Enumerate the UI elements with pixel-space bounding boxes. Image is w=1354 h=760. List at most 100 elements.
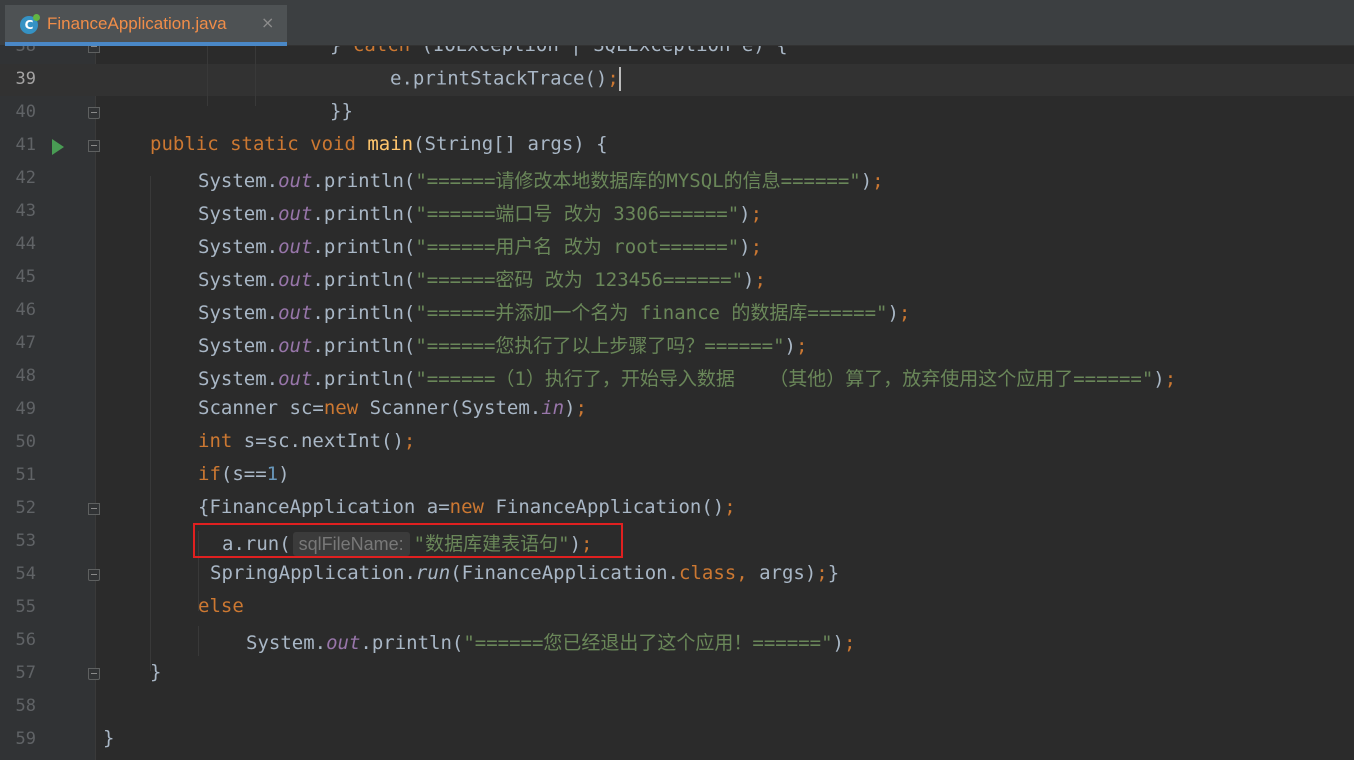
code-line[interactable]: 48 System.out.println("======（1）执行了，开始导入数… [0, 361, 1354, 394]
code-text[interactable]: } [103, 727, 114, 749]
line-number[interactable]: 41 [6, 135, 36, 155]
line-number[interactable]: 59 [6, 729, 36, 749]
code-line[interactable]: 44 System.out.println("======用户名 改为 root=… [0, 229, 1354, 262]
line-number[interactable]: 50 [6, 432, 36, 452]
code-token: System. [198, 170, 279, 192]
code-text[interactable]: } catch (IOException | SQLException e) { [330, 46, 788, 56]
code-line[interactable]: 43 System.out.println("======端口号 改为 3306=… [0, 196, 1354, 229]
code-token: 1 [266, 463, 279, 485]
code-text[interactable]: System.out.println("======并添加一个名为 financ… [198, 298, 910, 325]
code-line[interactable]: 39 e.printStackTrace(); [0, 64, 1354, 97]
line-number[interactable]: 48 [6, 366, 36, 386]
code-line[interactable]: 57} [0, 658, 1354, 691]
line-number[interactable]: 58 [6, 696, 36, 716]
code-token: System. [246, 632, 327, 654]
line-number[interactable]: 56 [6, 630, 36, 650]
fold-icon[interactable] [88, 569, 100, 581]
fold-icon[interactable] [88, 668, 100, 680]
code-token: .println( [312, 368, 416, 390]
code-text[interactable]: if(s==1) [198, 463, 290, 485]
code-token: }} [330, 100, 353, 122]
code-line[interactable]: 41 public static void main(String[] args)… [0, 130, 1354, 163]
tab-finance-application[interactable]: C FinanceApplication.java × [5, 5, 287, 46]
code-token: ) [739, 236, 751, 258]
code-editor[interactable]: 38 } catch (IOException | SQLException e)… [0, 46, 1354, 760]
code-token: .println( [312, 170, 416, 192]
code-line[interactable]: 42 System.out.println("======请修改本地数据库的MYS… [0, 163, 1354, 196]
code-line[interactable]: 49 Scanner sc=new Scanner(System.in); [0, 394, 1354, 427]
code-text[interactable]: System.out.println("======您已经退出了这个应用！===… [246, 628, 855, 655]
line-number[interactable]: 39 [6, 69, 36, 89]
code-line[interactable]: 56 System.out.println("======您已经退出了这个应用！=… [0, 625, 1354, 658]
line-number[interactable]: 42 [6, 168, 36, 188]
line-number[interactable]: 40 [6, 102, 36, 122]
line-number[interactable]: 47 [6, 333, 36, 353]
code-token: new [449, 496, 496, 518]
code-token: "======（1）执行了，开始导入数据 （其他）算了，放弃使用这个应用了===… [415, 368, 1154, 390]
code-token: in [541, 397, 565, 419]
code-token: ; [750, 236, 763, 258]
code-token: Scanner(System. [369, 397, 542, 419]
code-token: (FinanceApplication. [450, 562, 680, 584]
code-text[interactable]: } [150, 661, 161, 683]
code-token: System. [198, 203, 279, 225]
code-token: ; [724, 496, 736, 518]
code-line[interactable]: 50 int s=sc.nextInt(); [0, 427, 1354, 460]
code-line[interactable]: 47 System.out.println("======您执行了以上步骤了吗？=… [0, 328, 1354, 361]
fold-icon[interactable] [88, 503, 100, 515]
code-text[interactable]: System.out.println("======您执行了以上步骤了吗？===… [198, 331, 807, 358]
code-line[interactable]: 46 System.out.println("======并添加一个名为 fina… [0, 295, 1354, 328]
code-token: (String[] args) { [413, 133, 608, 155]
code-text[interactable]: System.out.println("======请修改本地数据库的MYSQL… [198, 166, 884, 193]
code-line[interactable]: 52 {FinanceApplication a=new FinanceAppli… [0, 493, 1354, 526]
line-number[interactable]: 51 [6, 465, 36, 485]
line-number[interactable]: 43 [6, 201, 36, 221]
line-number[interactable]: 53 [6, 531, 36, 551]
line-number[interactable]: 46 [6, 300, 36, 320]
line-number[interactable]: 54 [6, 564, 36, 584]
code-line[interactable]: 40}} [0, 97, 1354, 130]
code-token: .println( [312, 302, 416, 324]
line-number[interactable]: 38 [6, 46, 36, 56]
code-line[interactable]: 58 [0, 691, 1354, 724]
close-icon[interactable]: × [261, 13, 274, 32]
code-text[interactable]: e.printStackTrace(); [390, 67, 621, 91]
code-token: ) [832, 632, 844, 654]
code-text[interactable]: int s=sc.nextInt(); [198, 430, 415, 452]
code-line[interactable]: 54 SpringApplication.run(FinanceApplicati… [0, 559, 1354, 592]
code-text[interactable]: SpringApplication.run(FinanceApplication… [210, 562, 839, 584]
code-text[interactable]: System.out.println("======用户名 改为 root===… [198, 232, 762, 259]
line-number[interactable]: 57 [6, 663, 36, 683]
code-text[interactable]: }} [330, 100, 353, 122]
code-token: out [278, 302, 313, 324]
fold-icon[interactable] [88, 140, 100, 152]
code-token: out [278, 236, 313, 258]
code-token: "======请修改本地数据库的MYSQL的信息======" [415, 170, 861, 192]
code-text[interactable]: Scanner sc=new Scanner(System.in); [198, 397, 587, 419]
code-text[interactable]: {FinanceApplication a=new FinanceApplica… [198, 496, 736, 518]
line-number[interactable]: 49 [6, 399, 36, 419]
line-number[interactable]: 55 [6, 597, 36, 617]
fold-icon[interactable] [88, 107, 100, 119]
code-text[interactable]: System.out.println("======密码 改为 123456==… [198, 265, 766, 292]
code-line[interactable]: 38 } catch (IOException | SQLException e)… [0, 46, 1354, 64]
run-icon[interactable] [52, 139, 64, 155]
code-text[interactable]: public static void main(String[] args) { [150, 133, 608, 155]
line-number[interactable]: 44 [6, 234, 36, 254]
code-text[interactable]: System.out.println("======端口号 改为 3306===… [198, 199, 762, 226]
code-token: args) [759, 562, 817, 584]
line-number[interactable]: 45 [6, 267, 36, 287]
line-number[interactable]: 52 [6, 498, 36, 518]
code-token: } [150, 661, 162, 683]
code-text[interactable]: System.out.println("======（1）执行了，开始导入数据 … [198, 364, 1176, 391]
code-token: ) [1153, 368, 1165, 390]
code-token: } [103, 727, 115, 749]
code-line[interactable]: 59} [0, 724, 1354, 757]
code-text[interactable]: else [198, 595, 244, 617]
code-line[interactable]: 51 if(s==1) [0, 460, 1354, 493]
code-line[interactable]: 45 System.out.println("======密码 改为 123456… [0, 262, 1354, 295]
code-line[interactable]: 55 else [0, 592, 1354, 625]
fold-icon[interactable] [88, 46, 100, 53]
code-token: FinanceApplication() [495, 496, 725, 518]
code-token: ; [816, 562, 828, 584]
